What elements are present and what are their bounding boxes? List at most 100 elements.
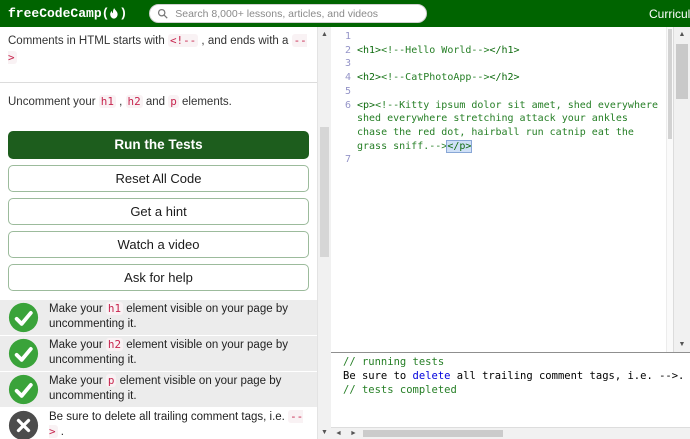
code-line: chase the red dot, hairball run catnip e… <box>331 126 673 140</box>
scrollbar-thumb[interactable] <box>320 127 329 257</box>
text-segment: Comments in HTML starts with <box>8 35 168 47</box>
scroll-left-icon[interactable]: ◄ <box>331 428 346 439</box>
text-segment: . <box>57 426 64 439</box>
text-segment: and <box>142 95 169 108</box>
test-pass-icon <box>8 374 39 405</box>
logo-text-close: ) <box>119 6 128 21</box>
inline-code: h2 <box>105 337 124 351</box>
code-text: shed everywhere stretching attack your a… <box>357 113 628 125</box>
line-number <box>331 112 357 126</box>
test-result-text: Be sure to delete all trailing comment t… <box>49 409 309 439</box>
inline-code: <!-- <box>167 34 199 47</box>
window-scrollbar[interactable]: ▲ ▼ <box>673 27 690 352</box>
line-number: 7 <box>344 154 351 166</box>
line-number <box>331 140 357 154</box>
get-a-hint-button[interactable]: Get a hint <box>8 197 309 225</box>
inline-code: h1 <box>105 301 124 315</box>
test-result-text: Make your h2 element visible on your pag… <box>49 337 309 369</box>
instruction-text-2: Uncomment your h1 , h2 and p elements. <box>8 94 309 111</box>
navbar: freeCodeCamp( ) Curriculum <box>0 0 690 27</box>
code-line: 5 <box>331 85 673 99</box>
editor-scrollbar[interactable] <box>666 27 673 352</box>
test-result-text: Make your h1 element visible on your pag… <box>49 301 309 333</box>
console-line: // tests completed <box>343 383 457 396</box>
reset-all-code-button[interactable]: Reset All Code <box>8 164 309 192</box>
console-line: // running tests <box>343 356 445 368</box>
code-lines: 1 2 <h1><!--Hello World--></h1> 3 4 <h2><!--C… <box>331 30 673 167</box>
line-number: 5 <box>344 85 351 97</box>
left-panel-scrollbar[interactable]: ▲ ▼ <box>317 27 331 439</box>
code-text: <h2><!--CatPhotoApp--></h2> <box>357 72 520 84</box>
test-result-text: Make your p element visible on your page… <box>49 373 309 405</box>
nav-link-curriculum[interactable]: Curriculum <box>649 7 690 21</box>
code-text: <p><!--Kitty ipsum dolor sit amet, shed … <box>357 99 659 111</box>
search-bar <box>149 4 428 23</box>
console-output: // running tests Be sure to delete all tr… <box>331 352 690 427</box>
test-pass-icon <box>8 302 39 333</box>
code-line: grass sniff.--></p> <box>331 140 673 154</box>
code-line: 6 <p><!--Kitty ipsum dolor sit amet, shed… <box>331 99 673 113</box>
line-number <box>331 126 357 140</box>
code-text: chase the red dot, hairball run catnip e… <box>357 126 634 138</box>
watch-a-video-button[interactable]: Watch a video <box>8 230 309 258</box>
instruction-text: Comments in HTML starts with <!-- , and … <box>8 33 309 68</box>
inline-code: h1 <box>98 94 116 108</box>
flame-icon <box>110 8 119 19</box>
line-number: 2 <box>344 44 351 56</box>
code-text: <h1><!--Hello World--></h1> <box>357 44 520 56</box>
horizontal-scrollbar[interactable]: ◄ ► <box>331 427 690 439</box>
scroll-down-icon[interactable]: ▼ <box>318 425 331 439</box>
test-result-row: Make your h1 element visible on your pag… <box>0 299 317 335</box>
inline-code: h2 <box>125 94 143 108</box>
code-text: grass sniff.--></p> <box>357 140 472 152</box>
code-line: 3 <box>331 57 673 71</box>
logo-text: freeCodeCamp( <box>8 6 110 21</box>
code-line: 2 <h1><!--Hello World--></h1> <box>331 44 673 58</box>
fcc-logo[interactable]: freeCodeCamp( ) <box>8 6 127 21</box>
test-result-row: Be sure to delete all trailing comment t… <box>0 407 317 439</box>
scrollbar-thumb[interactable] <box>668 29 672 139</box>
run-tests-button[interactable]: Run the Tests <box>8 130 309 159</box>
ask-for-help-button[interactable]: Ask for help <box>8 263 309 291</box>
scroll-right-icon[interactable]: ► <box>346 428 361 439</box>
scrollbar-thumb[interactable] <box>363 430 503 437</box>
search-input[interactable] <box>173 6 420 21</box>
console-line: Be sure to delete all trailing comment t… <box>343 369 685 382</box>
search-icon <box>158 8 168 19</box>
text-segment: Make your <box>49 302 106 315</box>
scrollbar-thumb[interactable] <box>676 44 688 99</box>
scroll-down-icon[interactable]: ▼ <box>674 337 690 352</box>
code-line: shed everywhere stretching attack your a… <box>331 112 673 126</box>
secondary-buttons: Reset All Code Get a hint Watch a video Ask… <box>0 164 317 291</box>
line-number: 4 <box>344 72 351 84</box>
inline-code: p <box>105 373 117 387</box>
code-line: 7 <box>331 153 673 167</box>
line-number: 1 <box>344 31 351 42</box>
scroll-up-icon[interactable]: ▲ <box>318 27 331 41</box>
text-segment: Make your <box>49 374 106 387</box>
scroll-up-icon[interactable]: ▲ <box>674 27 690 42</box>
line-number: 6 <box>344 99 351 111</box>
test-results: Make your h1 element visible on your pag… <box>0 299 317 439</box>
text-segment: Make your <box>49 338 106 351</box>
text-segment: elements. <box>178 95 232 108</box>
text-segment: , and ends with a <box>198 35 292 47</box>
text-segment: Uncomment your <box>8 95 99 108</box>
line-number: 3 <box>344 58 351 70</box>
test-result-row: Make your h2 element visible on your pag… <box>0 335 317 371</box>
inline-code: p <box>168 94 179 108</box>
instructions-panel: Comments in HTML starts with <!-- , and … <box>0 27 317 439</box>
code-line: 1 <box>331 30 673 44</box>
text-segment: , <box>115 95 126 108</box>
test-pass-icon <box>8 338 39 369</box>
test-result-row: Make your p element visible on your page… <box>0 371 317 407</box>
test-fail-icon <box>8 410 39 439</box>
code-editor[interactable]: 1 2 <h1><!--Hello World--></h1> 3 4 <h2><!--C… <box>331 27 673 352</box>
code-line: 4 <h2><!--CatPhotoApp--></h2> <box>331 71 673 85</box>
text-segment: Be sure to delete all trailing comment t… <box>49 410 289 423</box>
divider <box>0 81 317 83</box>
